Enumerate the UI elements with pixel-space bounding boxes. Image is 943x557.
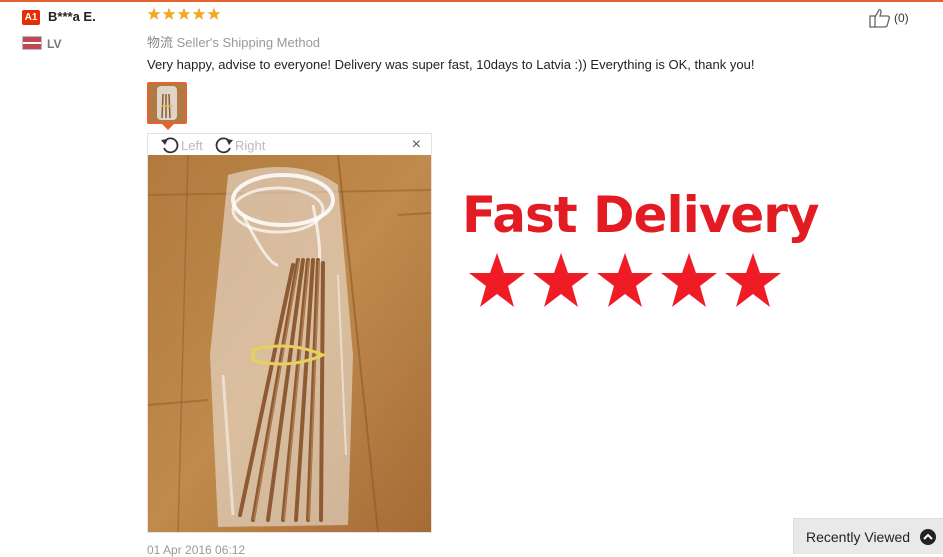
photo-viewer: Left Right × [147, 133, 432, 533]
review-photo [148, 155, 431, 532]
chevron-up-icon [920, 528, 937, 545]
star-icon [207, 7, 221, 20]
like-count: (0) [894, 11, 909, 25]
star-icon [147, 7, 161, 20]
rotate-right-icon [215, 137, 233, 154]
helpful-like-button[interactable]: (0) [869, 8, 909, 28]
star-icon [597, 253, 653, 307]
review-photo-thumbnail[interactable] [147, 82, 187, 124]
recently-viewed-label: Recently Viewed [806, 528, 911, 545]
thumbs-up-icon [869, 9, 890, 28]
reviewer-country: LV [47, 37, 62, 51]
star-icon [661, 253, 717, 307]
star-icon [725, 253, 781, 307]
rotate-left-label: Left [181, 137, 203, 153]
rotate-left-button[interactable]: Left [160, 136, 203, 154]
shipping-method: Seller's Shipping Method [176, 35, 321, 50]
close-viewer-button[interactable]: × [412, 136, 421, 154]
fast-delivery-title: Fast Delivery [462, 186, 819, 244]
latvia-flag-icon [22, 36, 42, 50]
star-icon [177, 7, 191, 20]
star-rating [147, 7, 221, 21]
review-date: 01 Apr 2016 06:12 [147, 543, 246, 557]
star-icon [162, 7, 176, 20]
big-star-rating [467, 251, 783, 311]
shipping-info: 物流 Seller's Shipping Method [147, 32, 320, 51]
knitting-needles-photo [148, 155, 431, 532]
recently-viewed-button[interactable]: Recently Viewed [793, 518, 943, 554]
top-divider [0, 0, 943, 2]
star-icon [533, 253, 589, 307]
user-level-badge: A1 [22, 10, 40, 25]
review-text: Very happy, advise to everyone! Delivery… [147, 57, 755, 72]
thumbnail-image [149, 84, 185, 122]
reviewer-name: B***a E. [48, 9, 96, 24]
shipping-prefix: 物流 [147, 35, 174, 50]
star-icon [469, 253, 525, 307]
rotate-left-icon [161, 137, 179, 154]
thumbnail-pointer [162, 124, 174, 130]
rotate-right-button[interactable]: Right [214, 136, 265, 154]
rotate-right-label: Right [235, 137, 266, 153]
viewer-toolbar: Left Right × [148, 134, 431, 155]
star-icon [192, 7, 206, 20]
